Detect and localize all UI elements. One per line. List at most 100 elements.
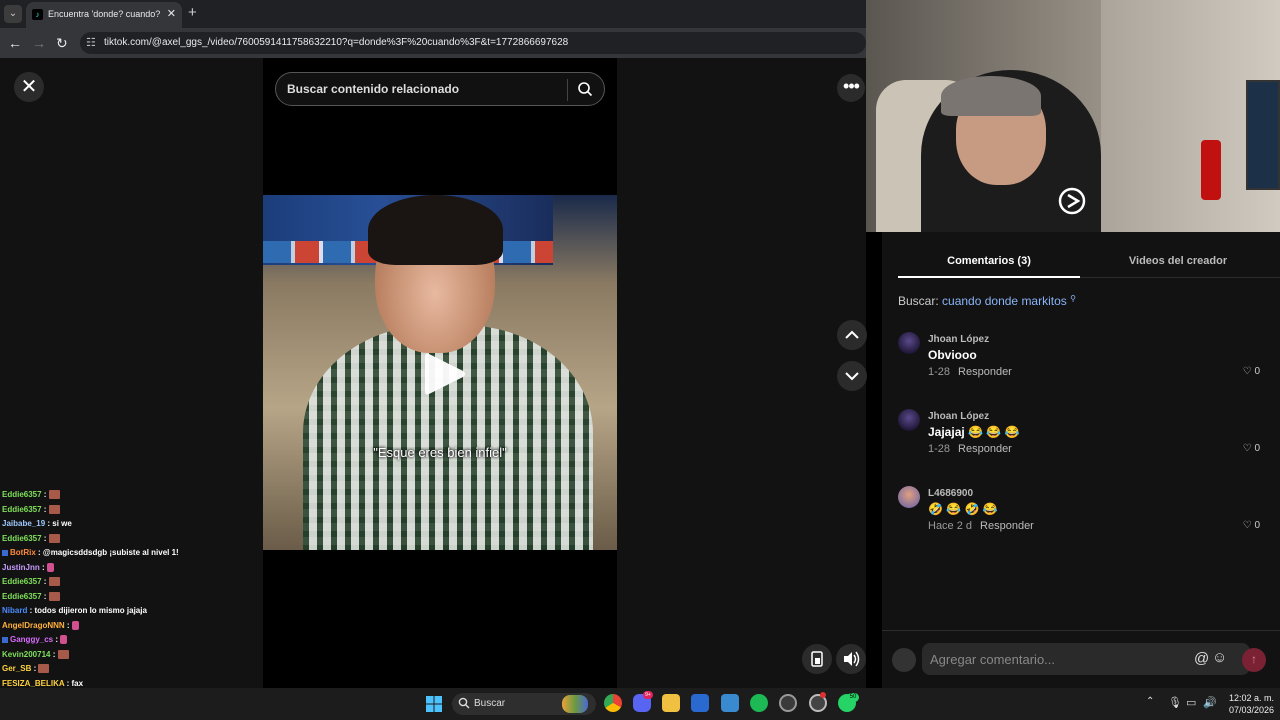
discord-badge: 9+ — [643, 691, 653, 699]
reload-icon[interactable]: ↻ — [56, 35, 68, 52]
file-explorer-icon[interactable] — [662, 694, 680, 712]
taskbar-search-label: Buscar — [474, 698, 506, 709]
forward-arrow-icon[interactable]: → — [32, 35, 46, 51]
windows-taskbar: Buscar 9+ 50 ⌃ 🎙 ▭ 🔊 12:02 a. m. 07/03/2… — [0, 688, 1280, 720]
comment-text: Obviooo — [928, 348, 977, 362]
chat-separator: : — [41, 504, 49, 514]
spotify-icon[interactable] — [750, 694, 768, 712]
windows-start-icon[interactable] — [426, 696, 442, 712]
clock-time[interactable]: 12:02 a. m. — [1222, 693, 1274, 703]
heart-icon: ♡ — [1242, 366, 1252, 377]
commenter-name[interactable]: Jhoan López — [928, 411, 989, 422]
search-icon[interactable] — [577, 81, 593, 97]
search-suggestion-icon: ⚲ — [1070, 294, 1076, 303]
comment-time: 1-28 — [928, 366, 951, 378]
microsoft-store-icon[interactable] — [691, 694, 709, 712]
chat-message: Eddie6357 : — [2, 532, 262, 547]
chevron-down-icon — [845, 372, 859, 381]
comments-panel: Comentarios (3) Videos del creador Busca… — [882, 232, 1280, 688]
browser-tab[interactable]: ♪ Encuentra 'donde? cuando?' en ✕ — [26, 2, 182, 28]
commenter-avatar[interactable] — [898, 409, 920, 431]
chat-text: fax — [71, 678, 84, 688]
like-button[interactable]: ♡ 0 — [1243, 366, 1260, 377]
chat-username[interactable]: FESIZA_BELIKA — [2, 679, 64, 688]
commenter-avatar[interactable] — [898, 486, 920, 508]
new-tab-plus-icon[interactable]: + — [188, 4, 197, 21]
close-video-button[interactable]: ✕ — [14, 72, 44, 102]
tab-creator-videos[interactable]: Videos del creador — [1088, 246, 1268, 278]
taskbar-search[interactable]: Buscar — [452, 693, 596, 715]
chat-username[interactable]: Eddie6357 — [2, 577, 42, 586]
chat-separator: : — [41, 490, 49, 499]
chat-username[interactable]: Eddie6357 — [2, 490, 42, 499]
chat-message: JustinJnn : — [2, 561, 262, 576]
clock-date[interactable]: 07/03/2026 — [1222, 705, 1274, 715]
chat-message: BotRix : @magicsddsdgb ¡subiste al nivel… — [2, 546, 262, 561]
chat-username[interactable]: Jaibabe_19 — [2, 519, 45, 528]
site-info-icon[interactable]: ☷ — [86, 36, 96, 49]
webcam-microphone — [1201, 140, 1221, 200]
chat-username[interactable]: Eddie6357 — [2, 534, 42, 543]
comment-meta: Hace 2 d Responder — [928, 520, 1034, 532]
comment-composer: @ ☺ ↑ — [882, 630, 1280, 688]
chat-separator: : — [41, 533, 49, 543]
comment-search-suggestion[interactable]: Buscar: cuando donde markitos ⚲ — [898, 294, 1076, 308]
chat-username[interactable]: Nibard — [2, 606, 27, 615]
floating-player-button[interactable] — [802, 644, 832, 674]
reply-button[interactable]: Responder — [958, 443, 1012, 455]
video-player[interactable]: "Esque eres bien infiel" — [263, 195, 617, 550]
chat-username[interactable]: Ger_SB — [2, 664, 31, 673]
like-button[interactable]: ♡ 0 — [1243, 443, 1260, 454]
commenter-name[interactable]: L4686900 — [928, 488, 973, 499]
chat-username[interactable]: Eddie6357 — [2, 592, 42, 601]
chat-badge-icon — [2, 549, 8, 556]
previous-video-button[interactable] — [837, 320, 867, 350]
tab-list-chevron-icon[interactable]: ⌄ — [4, 5, 22, 23]
tray-overflow-chevron-icon[interactable]: ⌃ — [1146, 696, 1154, 707]
search-term-link[interactable]: cuando donde markitos — [942, 294, 1067, 308]
mention-at-icon[interactable]: @ — [1194, 650, 1209, 667]
chat-message: AngelDragoNNN : — [2, 619, 262, 634]
chat-username[interactable]: AngelDragoNNN — [2, 621, 65, 630]
related-search-field[interactable]: Buscar contenido relacionado — [275, 72, 605, 106]
speaker-icon[interactable]: 🔊 — [1203, 696, 1217, 709]
chat-username[interactable]: Kevin200714 — [2, 650, 50, 659]
like-count: 0 — [1254, 443, 1260, 454]
app-icon[interactable] — [779, 694, 797, 712]
webcam-monitor — [1246, 80, 1280, 190]
chat-message: Eddie6357 : — [2, 590, 262, 605]
browser-address-bar: ← → ↻ ☷ tiktok.com/@axel_ggs_/video/7600… — [0, 28, 866, 58]
chat-username[interactable]: Ganggy_cs — [10, 635, 53, 644]
reply-button[interactable]: Responder — [980, 520, 1034, 532]
commenter-avatar[interactable] — [898, 332, 920, 354]
chat-separator: : — [35, 548, 43, 557]
stream-chat-overlay: Eddie6357 : Eddie6357 : Jaibabe_19 : si … — [2, 488, 262, 720]
chat-username[interactable]: Eddie6357 — [2, 505, 42, 514]
commenter-name[interactable]: Jhoan López — [928, 334, 989, 345]
network-icon[interactable]: ▭ — [1186, 696, 1196, 709]
tab-comments[interactable]: Comentarios (3) — [898, 246, 1080, 278]
reply-button[interactable]: Responder — [958, 366, 1012, 378]
chat-emote-icon — [57, 649, 69, 659]
play-icon[interactable] — [423, 350, 467, 398]
chat-username[interactable]: BotRix — [10, 548, 36, 557]
video-caption: "Esque eres bien infiel" — [373, 445, 507, 460]
chat-message: Jaibabe_19 : si we — [2, 517, 262, 532]
url-field[interactable]: ☷ tiktok.com/@axel_ggs_/video/7600591411… — [80, 32, 866, 54]
volume-button[interactable] — [836, 644, 866, 674]
like-button[interactable]: ♡ 0 — [1243, 520, 1260, 531]
mail-icon[interactable] — [721, 694, 739, 712]
chrome-icon[interactable] — [604, 694, 622, 712]
comment-item: Jhoan López Obviooo 1-28 Responder ♡ 0 — [898, 332, 1264, 392]
emoji-icon[interactable]: ☺ — [1212, 649, 1227, 666]
next-video-button[interactable] — [837, 361, 867, 391]
chat-username[interactable]: JustinJnn — [2, 563, 40, 572]
comment-text: 🤣 😂 🤣 😂 — [928, 502, 998, 516]
send-comment-button[interactable]: ↑ — [1242, 648, 1266, 672]
more-options-button[interactable]: ••• — [837, 74, 865, 102]
back-arrow-icon[interactable]: ← — [8, 35, 22, 51]
microphone-icon[interactable]: 🎙 — [1168, 696, 1182, 709]
tab-close-icon[interactable]: ✕ — [167, 7, 176, 20]
chat-emote-icon — [60, 635, 68, 645]
comments-tab-strip: Comentarios (3) Videos del creador — [898, 246, 1280, 278]
